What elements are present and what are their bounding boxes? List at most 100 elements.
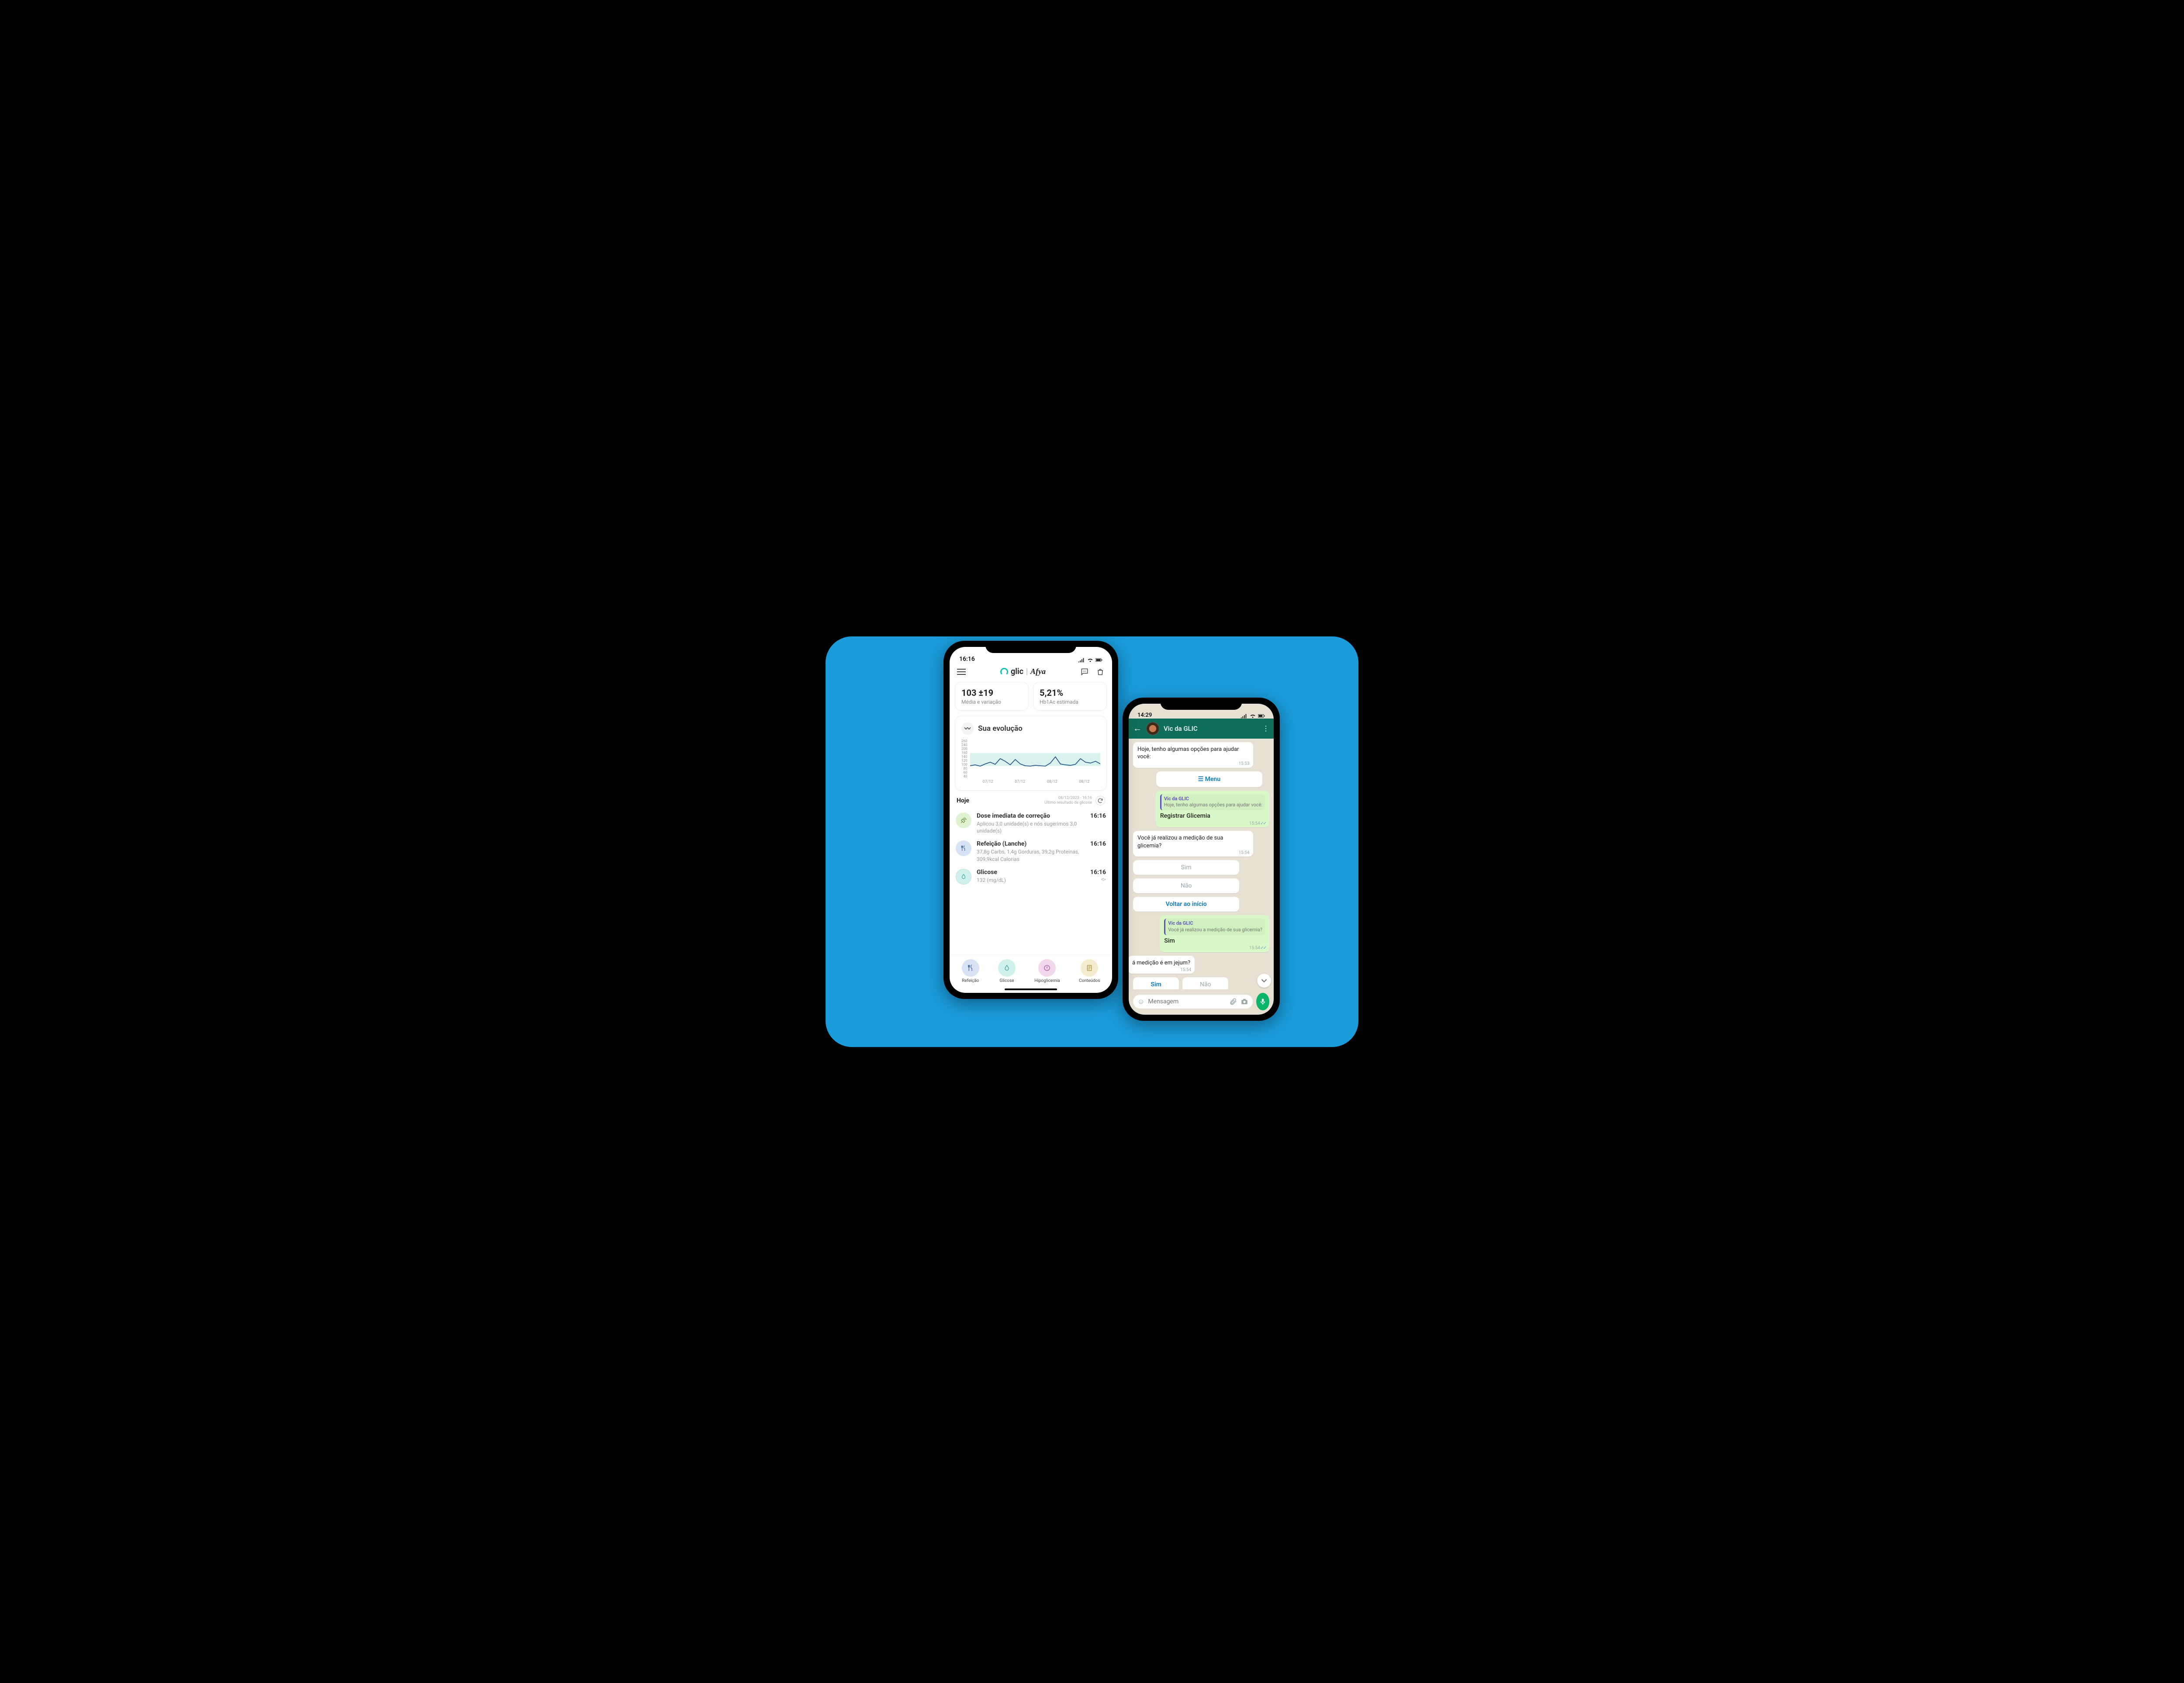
message-text: Você já realizou a medição de sua glicem… bbox=[1137, 835, 1223, 849]
message-time: 15:54 bbox=[1249, 821, 1266, 827]
bottom-nav: Refeição Glicose Hipoglicemia Conteúdos bbox=[950, 954, 1112, 985]
mic-button[interactable] bbox=[1256, 993, 1269, 1010]
message-text: á medição é em jejum? bbox=[1132, 960, 1190, 966]
glucose-chart: 260240200160140120100806040 bbox=[961, 739, 1100, 778]
nav-conteudos[interactable]: Conteúdos bbox=[1079, 959, 1100, 983]
cutlery-icon bbox=[956, 840, 971, 856]
today-header: Hoje 08/12/2023 - 16:16 Último resultado… bbox=[955, 796, 1107, 805]
metric-card-media[interactable]: 103 ±19 Média e variação bbox=[955, 682, 1029, 711]
glic-logo-icon bbox=[1000, 668, 1008, 676]
today-subtitle: Último resultado de glicose bbox=[1044, 801, 1092, 805]
reply-quote: Vic da GLIC Você já realizou a medição d… bbox=[1164, 919, 1265, 935]
reply-quote: Vic da GLIC Hoje, tenho algumas opções p… bbox=[1160, 794, 1265, 811]
scroll-down-button[interactable] bbox=[1257, 974, 1271, 988]
document-icon bbox=[1081, 959, 1098, 977]
menu-button[interactable]: ☰ Menu bbox=[1156, 771, 1262, 787]
nav-refeicao[interactable]: Refeição bbox=[962, 959, 979, 983]
phone-notch bbox=[1160, 698, 1242, 710]
chat-title[interactable]: Vic da GLIC bbox=[1164, 725, 1258, 733]
option-row: Voltar ao início bbox=[1133, 897, 1239, 912]
list-icon: ☰ bbox=[1198, 776, 1205, 783]
message-time: 15:54 bbox=[1239, 850, 1250, 856]
message-in: Hoje, tenho algumas opções para ajudar v… bbox=[1133, 742, 1253, 768]
entries-list: Dose imediata de correção Aplicou 3,0 un… bbox=[955, 811, 1107, 886]
chat-body[interactable]: Hoje, tenho algumas opções para ajudar v… bbox=[1129, 739, 1274, 989]
signal-icon bbox=[1078, 657, 1085, 663]
status-time: 16:16 bbox=[959, 656, 975, 663]
stage: 14:29 ← Vic da GLIC ⋮ Hoje, tenho alguma… bbox=[826, 636, 1358, 1047]
nav-label: Hipoglicemia bbox=[1034, 978, 1060, 983]
message-time: 15:54 bbox=[1249, 945, 1266, 951]
alert-icon bbox=[1038, 959, 1056, 977]
entry-title: Refeição (Lanche) bbox=[977, 840, 1085, 847]
evolution-card[interactable]: 〰 Sua evolução 2602402001601401201008060… bbox=[955, 716, 1107, 791]
chart-svg bbox=[970, 739, 1101, 778]
menu-label: Menu bbox=[1205, 776, 1220, 783]
option-nao[interactable]: Não bbox=[1133, 878, 1239, 893]
drop-icon bbox=[956, 869, 971, 885]
option-sim[interactable]: Sim bbox=[1133, 860, 1239, 875]
option-sim[interactable]: Sim bbox=[1133, 977, 1179, 989]
menu-dots-icon[interactable]: ⋮ bbox=[1262, 724, 1269, 733]
app-header: glic | Afya bbox=[950, 664, 1112, 682]
back-icon[interactable]: ← bbox=[1133, 723, 1142, 734]
avatar[interactable] bbox=[1146, 722, 1159, 735]
entry-time: 16:16 bbox=[1090, 812, 1106, 819]
chart-icon: 〰 bbox=[961, 722, 974, 735]
attach-icon[interactable] bbox=[1229, 998, 1237, 1006]
battery-icon bbox=[1095, 657, 1102, 663]
nav-hipoglicemia[interactable]: Hipoglicemia bbox=[1034, 959, 1060, 983]
quote-text: Hoje, tenho algumas opções para ajudar v… bbox=[1164, 802, 1262, 808]
chart-x-axis: 07/1207/1208/1208/12 bbox=[961, 780, 1100, 784]
reply-text: Registrar Glicemia bbox=[1160, 812, 1210, 819]
entry-desc: 37,8g Carbs, 1,4g Gorduras, 39,2g Proteí… bbox=[977, 848, 1085, 862]
message-input-box[interactable]: ☺ bbox=[1133, 995, 1253, 1009]
entry-desc: 132 (mg/dL) bbox=[977, 877, 1085, 884]
bag-icon[interactable] bbox=[1095, 666, 1106, 677]
menu-icon[interactable] bbox=[956, 666, 967, 677]
refresh-button[interactable] bbox=[1095, 796, 1105, 805]
entry-desc: Aplicou 3,0 unidade(s) e nós sugerimos 3… bbox=[977, 820, 1085, 834]
option-voltar[interactable]: Voltar ao início bbox=[1133, 897, 1239, 912]
metric-label: Hb1Ac estimada bbox=[1040, 699, 1100, 705]
chat-footer: ☺ bbox=[1129, 989, 1274, 1015]
home-indicator[interactable] bbox=[1005, 988, 1057, 990]
metric-card-hb1ac[interactable]: 5,21% Hb1Ac estimada bbox=[1033, 682, 1107, 711]
chat-icon[interactable] bbox=[1079, 666, 1090, 677]
signal-icon bbox=[1241, 713, 1248, 719]
option-row: Não bbox=[1133, 878, 1239, 893]
status-time: 14:29 bbox=[1137, 712, 1152, 719]
entry-refeicao[interactable]: Refeição (Lanche) 37,8g Carbs, 1,4g Gord… bbox=[956, 840, 1106, 862]
metric-value: 103 ±19 bbox=[961, 688, 1022, 698]
today-timestamp: 08/12/2023 - 16:16 bbox=[1058, 796, 1092, 800]
option-row: Sim Não bbox=[1133, 977, 1228, 989]
message-out: Vic da GLIC Hoje, tenho algumas opções p… bbox=[1156, 791, 1269, 828]
reply-text: Sim bbox=[1164, 937, 1175, 944]
quote-name: Vic da GLIC bbox=[1164, 796, 1262, 802]
brand-logo: glic | Afya bbox=[1000, 667, 1046, 676]
battery-icon bbox=[1258, 713, 1265, 719]
nav-glicose[interactable]: Glicose bbox=[998, 959, 1016, 983]
message-input[interactable] bbox=[1148, 998, 1226, 1005]
nav-label: Conteúdos bbox=[1079, 978, 1100, 983]
wifi-icon bbox=[1087, 657, 1094, 663]
message-time: 15:53 bbox=[1239, 761, 1250, 767]
chevron-down-icon bbox=[1261, 978, 1267, 984]
status-icons bbox=[1241, 713, 1265, 719]
metric-label: Média e variação bbox=[961, 699, 1022, 705]
metric-value: 5,21% bbox=[1040, 688, 1100, 698]
app-body[interactable]: 103 ±19 Média e variação 5,21% Hb1Ac est… bbox=[950, 682, 1112, 954]
entry-time: 16:16 bbox=[1090, 840, 1106, 847]
sync-icon: ⟲• bbox=[1090, 878, 1106, 882]
entry-glicose[interactable]: Glicose 132 (mg/dL) 16:16 ⟲• bbox=[956, 869, 1106, 885]
phone-glic: 16:16 glic | Afya bbox=[943, 641, 1118, 999]
entry-time: 16:16 ⟲• bbox=[1090, 869, 1106, 882]
option-nao[interactable]: Não bbox=[1182, 977, 1228, 989]
emoji-icon[interactable]: ☺ bbox=[1137, 997, 1144, 1006]
brand-divider: | bbox=[1026, 667, 1028, 676]
message-in: Você já realizou a medição de sua glicem… bbox=[1133, 831, 1253, 857]
status-icons bbox=[1078, 657, 1102, 663]
entry-dose[interactable]: Dose imediata de correção Aplicou 3,0 un… bbox=[956, 812, 1106, 834]
chat-header: ← Vic da GLIC ⋮ bbox=[1129, 719, 1274, 739]
camera-icon[interactable] bbox=[1241, 998, 1248, 1006]
